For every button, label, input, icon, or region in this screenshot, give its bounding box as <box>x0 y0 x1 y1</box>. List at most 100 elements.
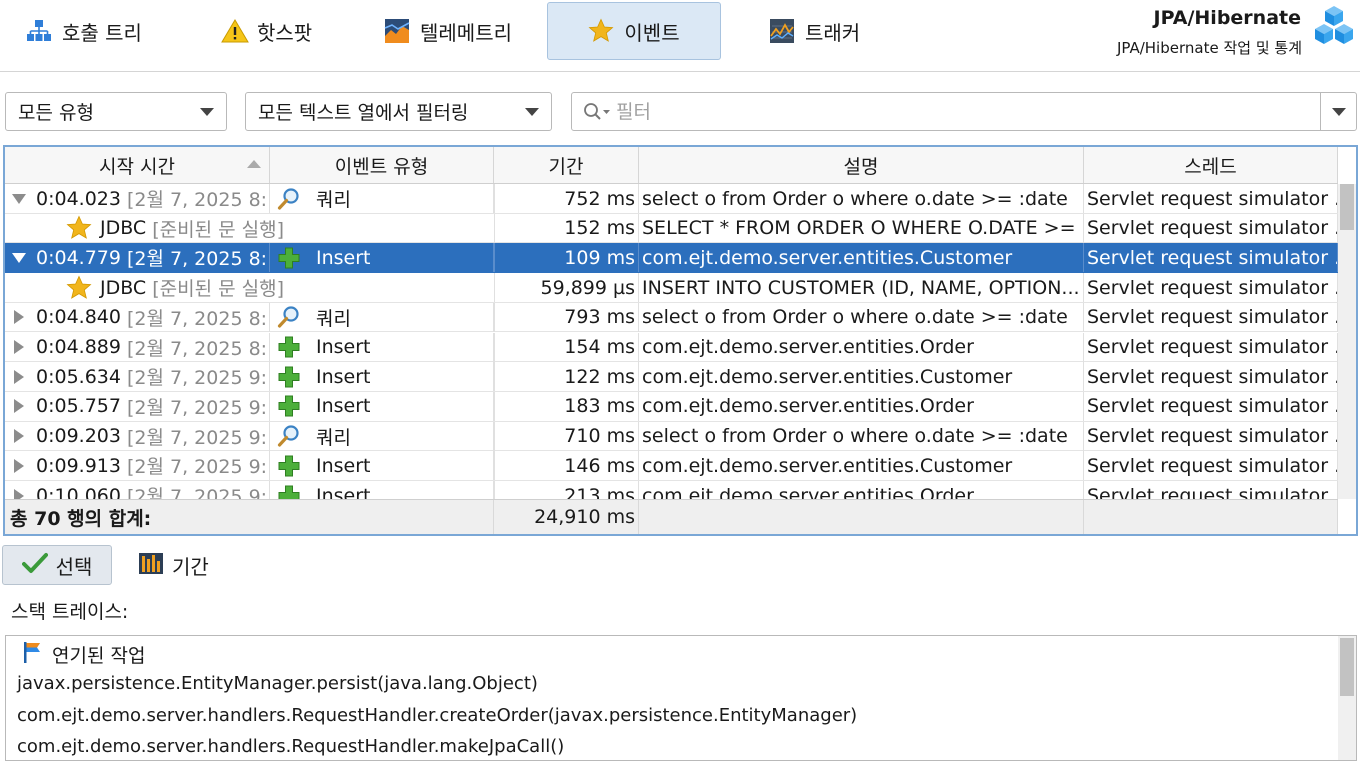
selection-mode-button[interactable]: 선택 <box>2 545 112 585</box>
search-icon[interactable] <box>582 101 612 123</box>
stack-trace-header[interactable]: 연기된 작업 <box>21 640 145 669</box>
event-duration: 146 ms <box>494 451 639 481</box>
collapsed-triangle-icon[interactable] <box>14 458 24 473</box>
flag-icon <box>21 640 43 669</box>
column-header-thread[interactable]: 스레드 <box>1084 147 1338 183</box>
stack-frame[interactable]: com.ejt.demo.server.handlers.RequestHand… <box>17 736 564 757</box>
tab-tracker[interactable]: 트래커 <box>743 2 893 60</box>
collapsed-triangle-icon[interactable] <box>14 369 24 384</box>
event-thread: Servlet request simulator ... <box>1084 362 1338 392</box>
event-thread: Servlet request simulator ... <box>1084 391 1338 421</box>
totals-description <box>639 500 1084 534</box>
collapsed-triangle-icon[interactable] <box>14 488 24 499</box>
selection-mode-label: 선택 <box>55 554 93 579</box>
stack-vertical-scrollbar[interactable] <box>1338 636 1356 760</box>
event-duration: 109 ms <box>494 243 639 273</box>
tracker-icon <box>769 18 795 44</box>
probe-title: JPA/Hibernate <box>1153 7 1301 29</box>
event-type-select[interactable]: 모든 유형 <box>5 92 227 131</box>
scrollbar-thumb[interactable] <box>1340 638 1354 696</box>
event-duration: 154 ms <box>494 332 639 362</box>
table-row[interactable]: JDBC [준비된 문 실행] 59,899 µs INSERT INTO CUSTO… <box>5 273 1338 303</box>
event-duration: 122 ms <box>494 362 639 392</box>
event-start-time: 0:04.023 <box>36 187 121 210</box>
chevron-down-icon <box>200 108 214 116</box>
stack-frame[interactable]: com.ejt.demo.server.handlers.RequestHand… <box>17 705 857 726</box>
event-thread: Servlet request simulator ... <box>1084 273 1338 303</box>
table-row[interactable]: 0:05.757 [2월 7, 2025 9:... Insert 183 ms com… <box>5 391 1338 422</box>
totals-duration: 24,910 ms <box>494 500 639 534</box>
expanded-triangle-icon[interactable] <box>12 252 26 263</box>
filter-column-select-value: 모든 텍스트 열에서 필터링 <box>258 102 469 124</box>
event-duration: 213 ms <box>494 481 639 499</box>
event-start-date: [2월 7, 2025 9:... <box>126 426 270 449</box>
collapsed-triangle-icon[interactable] <box>14 310 24 325</box>
tab-telemetry[interactable]: 텔레메트리 <box>358 2 543 60</box>
event-type: Insert <box>316 336 371 358</box>
event-description: SELECT * FROM ORDER O WHERE O.DATE >= ..… <box>639 213 1084 243</box>
event-description: select o from Order o where o.date >= :d… <box>639 421 1084 451</box>
plus-icon <box>275 484 303 499</box>
view-toolbar: 호출 트리 핫스팟 텔레메트리 이벤트 트래커 JPA/Hibernate JP… <box>0 0 1360 72</box>
filter-search-box <box>571 92 1357 131</box>
table-row[interactable]: 0:04.023 [2월 7, 2025 8:... 쿼리 752 ms select … <box>5 184 1338 214</box>
table-row[interactable]: 0:04.840 [2월 7, 2025 8:... 쿼리 793 ms select … <box>5 302 1338 333</box>
table-row[interactable]: 0:04.779 [2월 7, 2025 8:... Insert 109 ms com… <box>5 243 1338 274</box>
event-thread: Servlet request simulator ... <box>1084 421 1338 451</box>
event-type: 쿼리 <box>316 189 351 211</box>
plus-icon <box>275 394 303 418</box>
table-vertical-scrollbar[interactable] <box>1338 184 1356 499</box>
duration-mode-button[interactable]: 기간 <box>130 545 209 585</box>
event-duration: 793 ms <box>494 302 639 332</box>
event-start-time: 0:04.779 <box>36 246 121 269</box>
event-start-date: [2월 7, 2025 9:... <box>126 456 270 479</box>
event-type: Insert <box>316 484 371 500</box>
sort-ascending-icon <box>247 160 261 168</box>
tab-call-tree[interactable]: 호출 트리 <box>0 2 190 60</box>
table-row[interactable]: 0:04.889 [2월 7, 2025 8:... Insert 154 ms com… <box>5 332 1338 363</box>
collapsed-triangle-icon[interactable] <box>14 399 24 414</box>
event-start-time: 0:05.634 <box>36 365 121 388</box>
event-type: Insert <box>316 246 371 269</box>
event-duration: 152 ms <box>494 213 639 243</box>
tab-events[interactable]: 이벤트 <box>547 2 721 60</box>
event-duration: 752 ms <box>494 184 639 213</box>
table-body: 0:04.023 [2월 7, 2025 8:... 쿼리 752 ms select … <box>5 184 1338 499</box>
expanded-triangle-icon[interactable] <box>12 193 26 204</box>
star-icon <box>588 18 614 44</box>
event-type: Insert <box>316 365 371 388</box>
table-row[interactable]: 0:09.913 [2월 7, 2025 9:... Insert 146 ms com… <box>5 451 1338 481</box>
event-thread: Servlet request simulator ... <box>1084 451 1338 481</box>
event-description: select o from Order o where o.date >= :d… <box>639 184 1084 213</box>
column-header-duration[interactable]: 기간 <box>494 147 639 183</box>
tab-label: 호출 트리 <box>62 20 142 45</box>
stack-frame[interactable]: javax.persistence.EntityManager.persist(… <box>17 673 538 694</box>
table-row[interactable]: JDBC [준비된 문 실행] 152 ms SELECT * FROM ORDER … <box>5 213 1338 244</box>
table-row[interactable]: 0:10.060 [2월 7, 2025 9:... Insert 213 ms com… <box>5 481 1338 499</box>
scrollbar-thumb[interactable] <box>1340 184 1354 230</box>
tab-hotspots[interactable]: 핫스팟 <box>195 2 345 60</box>
column-header-description[interactable]: 설명 <box>639 147 1084 183</box>
table-row[interactable]: 0:09.203 [2월 7, 2025 9:... 쿼리 710 ms select … <box>5 421 1338 452</box>
totals-label: 총 70 행의 합계: <box>5 500 494 534</box>
event-description: select o from Order o where o.date >= :d… <box>639 302 1084 332</box>
probe-subtitle: JPA/Hibernate 작업 및 통계 <box>1116 39 1302 57</box>
plus-icon <box>275 365 303 389</box>
stack-trace-header-label: 연기된 작업 <box>52 645 146 667</box>
magnifier-icon <box>275 424 303 448</box>
event-type-select-value: 모든 유형 <box>18 102 94 124</box>
collapsed-triangle-icon[interactable] <box>14 340 24 354</box>
table-footer-totals: 총 70 행의 합계: 24,910 ms <box>5 499 1338 534</box>
totals-thread <box>1084 500 1338 534</box>
plus-icon <box>275 454 303 478</box>
column-header-start-time[interactable]: 시작 시간 <box>5 147 270 183</box>
filter-history-dropdown[interactable] <box>1320 93 1356 130</box>
child-event-source: JDBC <box>100 276 147 299</box>
filter-input[interactable] <box>616 99 1316 125</box>
table-row[interactable]: 0:05.634 [2월 7, 2025 9:... Insert 122 ms com… <box>5 362 1338 392</box>
column-header-event-type[interactable]: 이벤트 유형 <box>270 147 494 183</box>
event-start-date: [2월 7, 2025 8:... <box>126 189 270 211</box>
filter-column-select[interactable]: 모든 텍스트 열에서 필터링 <box>245 92 552 131</box>
collapsed-triangle-icon[interactable] <box>14 429 24 444</box>
event-duration: 183 ms <box>494 391 639 421</box>
